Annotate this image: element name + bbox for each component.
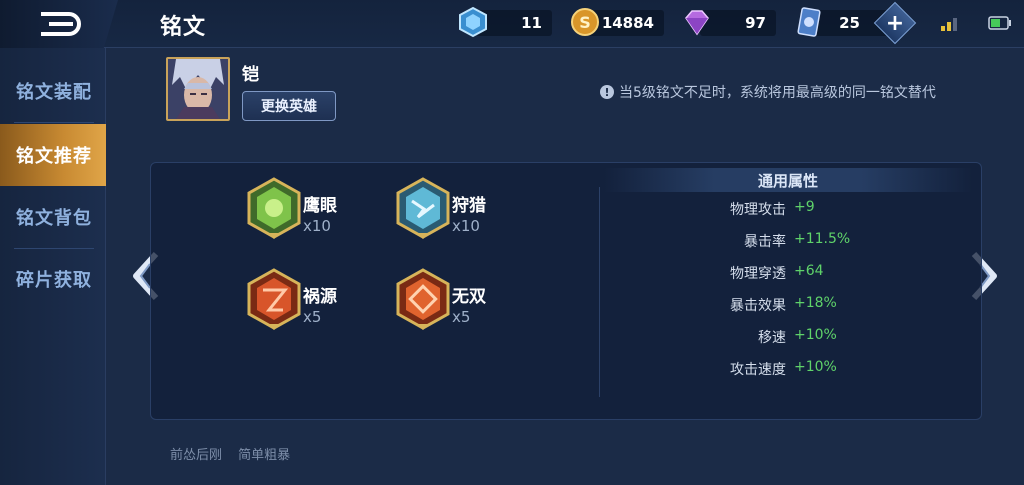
sidebar-item-label: 铭文推荐 xyxy=(16,146,92,167)
attribute-label: 移速 xyxy=(758,330,786,346)
attribute-row: 暴击率 +11.5% xyxy=(600,229,980,253)
attribute-row: 攻击速度 +10% xyxy=(600,357,980,381)
rune-item-hunt[interactable]: 狩猎 x10 xyxy=(394,177,534,247)
hero-name: 铠 xyxy=(242,65,259,85)
attribute-row: 物理穿透 +64 xyxy=(600,261,980,285)
attribute-value: +64 xyxy=(794,263,824,279)
rune-name: 鹰眼 xyxy=(303,196,337,216)
attribute-value: +9 xyxy=(794,199,815,215)
eagle-eye-rune-icon xyxy=(247,177,301,239)
add-currency-button[interactable]: + xyxy=(873,1,917,45)
hero-avatar[interactable] xyxy=(166,57,230,121)
attribute-label: 暴击率 xyxy=(744,234,786,250)
attribute-label: 攻击速度 xyxy=(730,362,786,378)
plus-icon: + xyxy=(885,10,905,36)
top-bar: 铭文 11 14884 S 97 25 + xyxy=(0,0,1024,48)
diamond-coupon-value: 11 xyxy=(521,14,542,32)
notice: ! 当5级铭文不足时，系统将用最高级的同一铭文替代 xyxy=(600,82,936,102)
attribute-row: 移速 +10% xyxy=(600,325,980,349)
gold-coin-icon: S xyxy=(571,8,599,36)
attribute-label: 暴击效果 xyxy=(730,298,786,314)
sidebar: 铭文装配 铭文推荐 铭文背包 碎片获取 xyxy=(0,48,106,485)
rune-count: x10 xyxy=(303,217,331,235)
hunt-rune-icon xyxy=(396,177,450,239)
diamond-value: 97 xyxy=(745,14,766,32)
gold-coin-value: 14884 xyxy=(601,14,654,32)
sidebar-item-label: 碎片获取 xyxy=(16,270,92,291)
change-hero-button[interactable]: 更换英雄 xyxy=(242,91,336,121)
signal-icon xyxy=(941,18,957,31)
attribute-label: 物理穿透 xyxy=(730,266,786,282)
sidebar-item-rune-recommend[interactable]: 铭文推荐 xyxy=(0,124,106,186)
diamond-coupon-icon xyxy=(459,6,487,38)
rune-name: 无双 xyxy=(452,287,486,307)
hero-tags: 前怂后刚 简单粗暴 xyxy=(170,444,302,463)
attributes-title: 通用属性 xyxy=(604,168,972,192)
back-button[interactable] xyxy=(0,0,118,48)
page-title: 铭文 xyxy=(160,15,207,40)
sidebar-divider xyxy=(14,122,94,123)
hero-tag: 简单粗暴 xyxy=(238,448,291,463)
rune-count: x10 xyxy=(452,217,480,235)
svg-text:S: S xyxy=(579,13,591,32)
rune-name: 祸源 xyxy=(303,287,337,307)
rune-count: x5 xyxy=(303,308,322,326)
attribute-value: +10% xyxy=(794,359,837,375)
peerless-rune-icon xyxy=(396,268,450,330)
battery-icon xyxy=(988,16,1011,30)
rune-item-eagle-eye[interactable]: 鹰眼 x10 xyxy=(245,177,385,247)
attribute-value: +10% xyxy=(794,327,837,343)
coupon-value: 25 xyxy=(839,14,860,32)
sidebar-item-label: 铭文背包 xyxy=(16,208,92,229)
attribute-value: +11.5% xyxy=(794,231,851,247)
back-arrow-icon xyxy=(41,12,81,36)
diamond-icon xyxy=(685,10,709,36)
sidebar-item-label: 铭文装配 xyxy=(16,82,92,103)
hero-portrait-icon xyxy=(168,59,228,119)
hero-tag: 前怂后刚 xyxy=(170,448,223,463)
rune-item-calamity[interactable]: 祸源 x5 xyxy=(245,268,385,338)
attribute-value: +18% xyxy=(794,295,837,311)
notice-text: 当5级铭文不足时，系统将用最高级的同一铭文替代 xyxy=(619,85,936,101)
sidebar-item-rune-equip[interactable]: 铭文装配 xyxy=(0,60,106,122)
attribute-label: 物理攻击 xyxy=(730,202,786,218)
attribute-row: 物理攻击 +9 xyxy=(600,197,980,221)
coupon-icon xyxy=(797,7,821,37)
calamity-rune-icon xyxy=(247,268,301,330)
info-icon: ! xyxy=(600,85,614,99)
sidebar-item-rune-bag[interactable]: 铭文背包 xyxy=(0,186,106,248)
rune-count: x5 xyxy=(452,308,471,326)
sidebar-item-fragment-get[interactable]: 碎片获取 xyxy=(0,248,106,310)
rune-name: 狩猎 xyxy=(452,196,486,216)
rune-item-peerless[interactable]: 无双 x5 xyxy=(394,268,534,338)
attribute-row: 暴击效果 +18% xyxy=(600,293,980,317)
